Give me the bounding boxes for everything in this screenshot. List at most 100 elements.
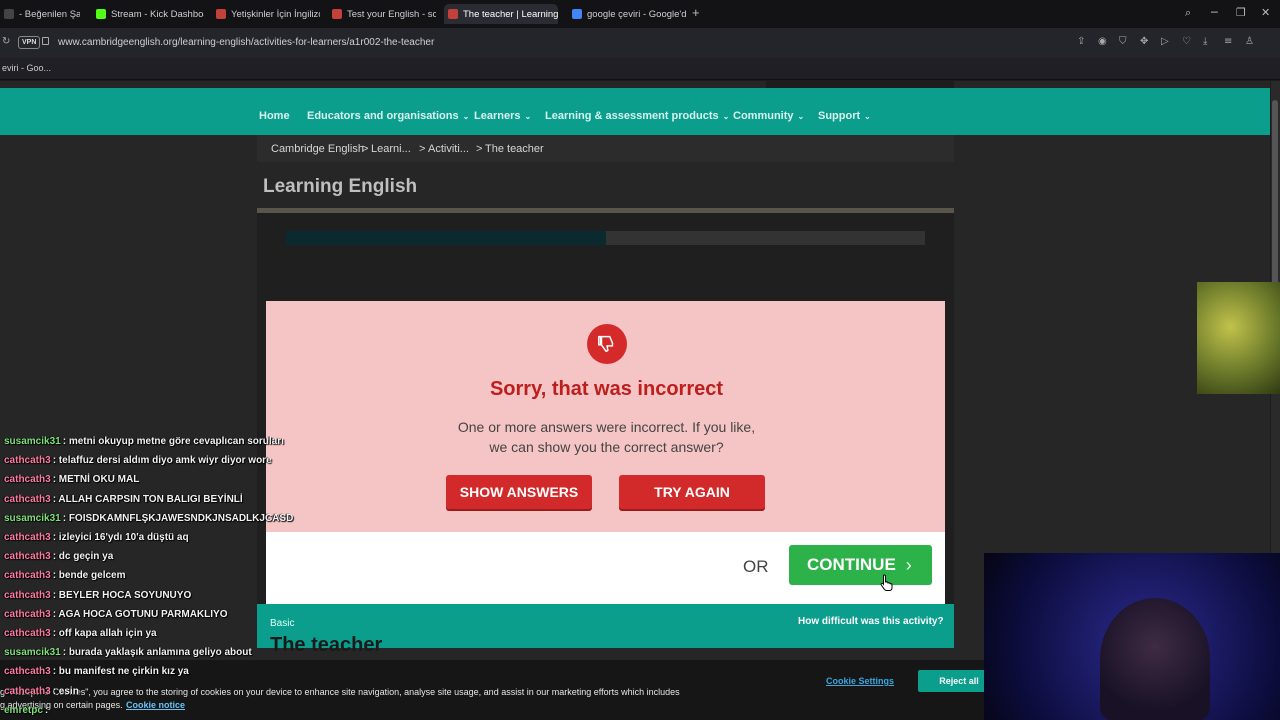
chat-text: : izleyici 16'ydı 10'a düştü aq (52, 532, 189, 543)
breadcrumb-separator-icon: > (419, 143, 426, 155)
nav-item-label: Educators and organisations (307, 110, 459, 122)
chat-message: cathcath3: ALLAH CARPSIN TON BALIGI BEYİ… (4, 494, 243, 505)
chat-username: cathcath3 (4, 628, 51, 639)
play-icon[interactable]: ▷ (1161, 36, 1169, 47)
continue-button[interactable]: CONTINUE › (789, 545, 932, 585)
chat-message: cathcath3: METNİ OKU MAL (4, 474, 139, 485)
thumbs-down-icon (587, 324, 627, 364)
or-label: OR (743, 557, 769, 576)
browser-tab[interactable]: Yetişkinler İçin İngilizce Te (212, 4, 320, 24)
reload-icon[interactable]: ↻ (2, 36, 10, 47)
chat-message: cathcath3: BEYLER HOCA SOYUNUYO (4, 590, 191, 601)
chat-message: emretpc: (4, 705, 48, 716)
chat-text: : FOISDKAMNFLŞKJAWESNDKJNSADLKJCASD (62, 512, 294, 524)
browser-tab[interactable]: google çeviri - Google'da (568, 4, 686, 24)
tab-favicon-icon (332, 9, 342, 19)
chat-text: : METNİ OKU MAL (52, 474, 140, 486)
breadcrumb-separator-icon: > (362, 143, 369, 155)
chat-message: cathcath3: bu manifest ne çirkin kız ya (4, 666, 189, 677)
nav-item[interactable]: Support ⌄ (818, 110, 871, 122)
menu-icon[interactable]: ≡ (1224, 36, 1232, 47)
caterpillar-overlay-image (1197, 282, 1280, 394)
breadcrumb-item[interactable]: Cambridge English (271, 143, 364, 155)
bookmark-item[interactable]: eviri - Goo... (2, 63, 51, 73)
chat-message: cathcath3: bende gelcem (4, 570, 126, 581)
chat-text: : telaffuz dersi aldım diyo amk wiyr diy… (52, 455, 272, 467)
show-answers-button[interactable]: SHOW ANSWERS (446, 475, 592, 509)
breadcrumb-item: The teacher (485, 143, 544, 155)
nav-item-label: Learning & assessment products (545, 110, 719, 122)
share-icon[interactable]: ⇪ (1077, 36, 1085, 47)
browser-tab[interactable]: - Beğenilen Şarkıl (0, 4, 80, 24)
chat-username: cathcath3 (4, 666, 51, 678)
chat-text: : (44, 704, 49, 716)
minimize-icon[interactable]: ─ (1211, 6, 1218, 19)
scrollbar-thumb[interactable] (1272, 100, 1278, 300)
chat-message: cathcath3: izleyici 16'ydı 10'a düştü aq (4, 532, 189, 543)
camera-icon[interactable]: ◉ (1098, 36, 1107, 47)
profile-icon[interactable]: ♙ (1245, 36, 1254, 47)
tab-label: google çeviri - Google'da (587, 8, 686, 20)
level-label: Basic (270, 618, 295, 629)
tab-favicon-icon (96, 9, 106, 19)
tab-favicon-icon (448, 9, 458, 19)
feedback-message-line1: One or more answers were incorrect. If y… (457, 419, 756, 435)
browser-tab[interactable]: Test your English - sonuç (328, 4, 436, 24)
chevron-right-icon: › (905, 554, 912, 575)
feedback-heading: Sorry, that was incorrect (489, 378, 724, 400)
tab-label: The teacher | Learning En (463, 8, 558, 20)
try-again-button[interactable]: TRY AGAIN (619, 475, 765, 509)
lock-icon (42, 37, 49, 45)
chat-username: susamcik31 (4, 647, 61, 659)
chat-text: : metni okuyup metne göre cevaplıcan sor… (62, 436, 284, 447)
chat-username: emretpc (4, 704, 43, 716)
nav-item[interactable]: Educators and organisations ⌄ (307, 110, 469, 122)
chat-username: cathcath3 (4, 608, 51, 620)
cookie-settings-button[interactable]: Cookie Settings (826, 672, 894, 690)
tab-favicon-icon (216, 9, 226, 19)
difficulty-rating-label[interactable]: How difficult was this activity? (798, 616, 944, 627)
nav-item[interactable]: Learners ⌄ (474, 110, 531, 122)
feedback-message: One or more answers were incorrect. If y… (266, 418, 947, 457)
chat-username: cathcath3 (4, 493, 51, 505)
shield-icon[interactable]: ⛉ (1119, 36, 1127, 47)
chat-text: : esin (52, 685, 79, 697)
vpn-badge[interactable]: VPN (18, 36, 41, 49)
browser-tab[interactable]: The teacher | Learning En (444, 4, 558, 24)
new-tab-button[interactable]: + (692, 5, 700, 20)
browser-tab[interactable]: Stream - Kick Dashboard (92, 4, 204, 24)
chat-username: susamcik31 (4, 512, 61, 524)
tab-label: Yetişkinler İçin İngilizce Te (231, 8, 320, 20)
chevron-down-icon: ⌄ (524, 112, 532, 121)
breadcrumb-item[interactable]: Learni... (371, 143, 411, 155)
chat-text: : dc geçin ya (52, 551, 114, 563)
nav-item-label: Learners (474, 110, 521, 122)
close-window-icon[interactable]: ✕ (1261, 6, 1270, 19)
tab-favicon-icon (572, 9, 582, 19)
nav-item[interactable]: Home (259, 110, 290, 122)
cookie-notice-link[interactable]: Cookie notice (126, 700, 185, 710)
extensions-icon[interactable]: ✥ (1140, 36, 1148, 47)
tab-label: Stream - Kick Dashboard (111, 8, 204, 20)
nav-item[interactable]: Learning & assessment products ⌄ (545, 110, 729, 122)
search-tabs-icon[interactable]: ⌕ (1185, 6, 1191, 20)
chat-username: cathcath3 (4, 685, 51, 697)
download-icon[interactable]: ⤓ (1203, 36, 1207, 47)
maximize-icon[interactable]: ❐ (1236, 6, 1246, 19)
bookmarks-bar (0, 58, 1280, 80)
chat-message: susamcik31: metni okuyup metne göre ceva… (4, 436, 284, 447)
webcam-person (1100, 598, 1210, 720)
breadcrumb-item[interactable]: Activiti... (428, 143, 469, 155)
chat-message: cathcath3: telaffuz dersi aldım diyo amk… (4, 455, 272, 466)
chat-text: : bende gelcem (52, 570, 126, 582)
tab-favicon-icon (4, 9, 14, 19)
chat-text: : BEYLER HOCA SOYUNUYO (52, 589, 192, 601)
chat-username: susamcik31 (4, 436, 61, 447)
chat-text: : ALLAH CARPSIN TON BALIGI BEYİNLİ (52, 493, 243, 505)
nav-item-label: Home (259, 110, 290, 122)
chevron-down-icon: ⌄ (462, 112, 470, 121)
url-field[interactable]: www.cambridgeenglish.org/learning-englis… (58, 37, 434, 48)
chat-username: cathcath3 (4, 455, 51, 467)
heart-icon[interactable]: ♡ (1182, 36, 1191, 47)
nav-item[interactable]: Community ⌄ (733, 110, 804, 122)
